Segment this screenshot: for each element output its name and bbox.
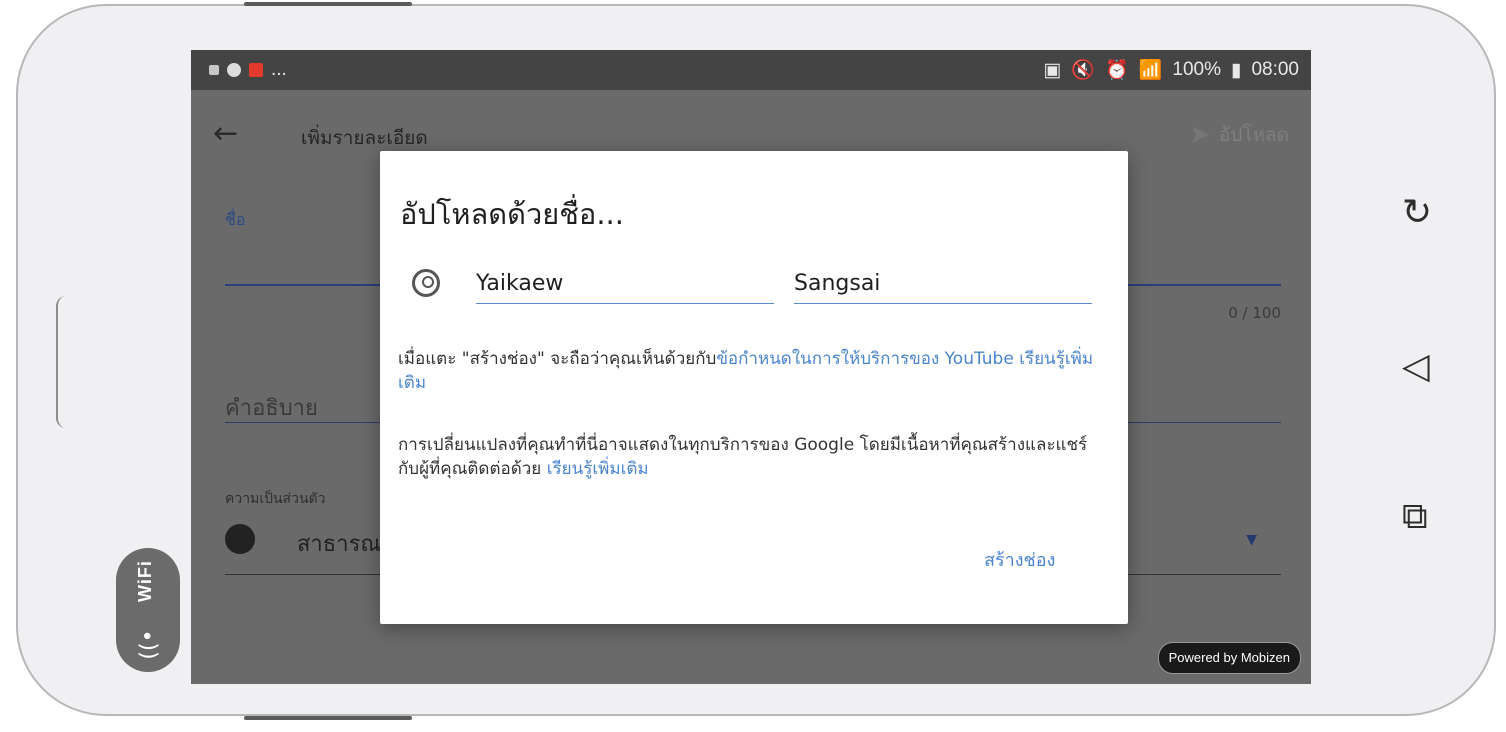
- battery-percentage: 100%: [1172, 59, 1221, 80]
- top-ear: [244, 2, 412, 6]
- changes-paragraph: การเปลี่ยนแปลงที่คุณทำที่นี่อาจแสดงในทุก…: [398, 433, 1098, 481]
- rotate-icon[interactable]: ↻: [1402, 192, 1432, 233]
- app-title: เพิ่มรายละเอียด: [301, 127, 428, 149]
- learn-more-link-2[interactable]: เรียนรู้เพิ่มเติม: [547, 459, 649, 479]
- globe-icon: [225, 524, 255, 554]
- cast-icon: ▣: [1043, 59, 1062, 81]
- back-arrow-icon[interactable]: ←: [213, 116, 238, 151]
- clock: 08:00: [1251, 59, 1299, 80]
- copy-icon[interactable]: ⧉: [1402, 496, 1428, 538]
- notification-icon-1: [209, 65, 219, 75]
- upload-button[interactable]: ➤ อัปโหลด: [1189, 120, 1289, 150]
- bottom-ear: [244, 716, 412, 720]
- line-icon: [227, 63, 241, 77]
- last-name-input[interactable]: Sangsai: [794, 271, 1092, 304]
- signal-icon: 📶: [1138, 60, 1163, 81]
- char-counter: 0 / 100: [1228, 304, 1281, 322]
- battery-icon: ▮: [1230, 59, 1242, 81]
- upload-label: อัปโหลด: [1218, 124, 1289, 146]
- terms-paragraph: เมื่อแตะ "สร้างช่อง" จะถือว่าคุณเห็นด้วย…: [398, 347, 1098, 395]
- terms-text: เมื่อแตะ "สร้างช่อง" จะถือว่าคุณเห็นด้วย…: [398, 349, 717, 369]
- wifi-icon: ((•: [136, 629, 162, 660]
- send-icon: ➤: [1189, 120, 1211, 150]
- account-icon: [412, 269, 440, 297]
- status-bar: ... ▣ 🔇 ⏰ 📶 100% ▮ 08:00: [191, 50, 1311, 90]
- status-left: ...: [209, 59, 287, 81]
- dialog-title: อัปโหลดด้วยชื่อ...: [400, 197, 624, 231]
- status-right: ▣ 🔇 ⏰ 📶 100% ▮ 08:00: [1043, 58, 1299, 82]
- terms-link[interactable]: ข้อกำหนดในการให้บริการของ YouTube: [716, 349, 1014, 369]
- create-channel-button[interactable]: สร้างช่อง: [984, 545, 1055, 574]
- phone-side-bump: [56, 296, 78, 428]
- status-extra: ...: [271, 59, 287, 80]
- back-icon[interactable]: ◁: [1402, 346, 1430, 387]
- privacy-label: ความเป็นส่วนตัว: [225, 491, 326, 507]
- wifi-badge[interactable]: WiFi ((•: [116, 548, 180, 672]
- description-field[interactable]: คำอธิบาย: [225, 390, 318, 425]
- mobizen-badge: Powered by Mobizen: [1157, 642, 1301, 674]
- changes-text: การเปลี่ยนแปลงที่คุณทำที่นี่อาจแสดงในทุก…: [398, 435, 1088, 479]
- dropdown-arrow-icon: ▼: [1246, 532, 1257, 548]
- privacy-value: สาธารณะ: [297, 532, 393, 557]
- upload-name-dialog: อัปโหลดด้วยชื่อ... Yaikaew Sangsai เมื่อ…: [380, 151, 1128, 624]
- app-icon: [249, 63, 263, 77]
- wifi-label: WiFi: [135, 560, 155, 602]
- alarm-icon: ⏰: [1105, 60, 1129, 81]
- mute-icon: 🔇: [1071, 60, 1096, 81]
- first-name-input[interactable]: Yaikaew: [476, 271, 774, 304]
- title-field-label: ชื่อ: [225, 210, 246, 229]
